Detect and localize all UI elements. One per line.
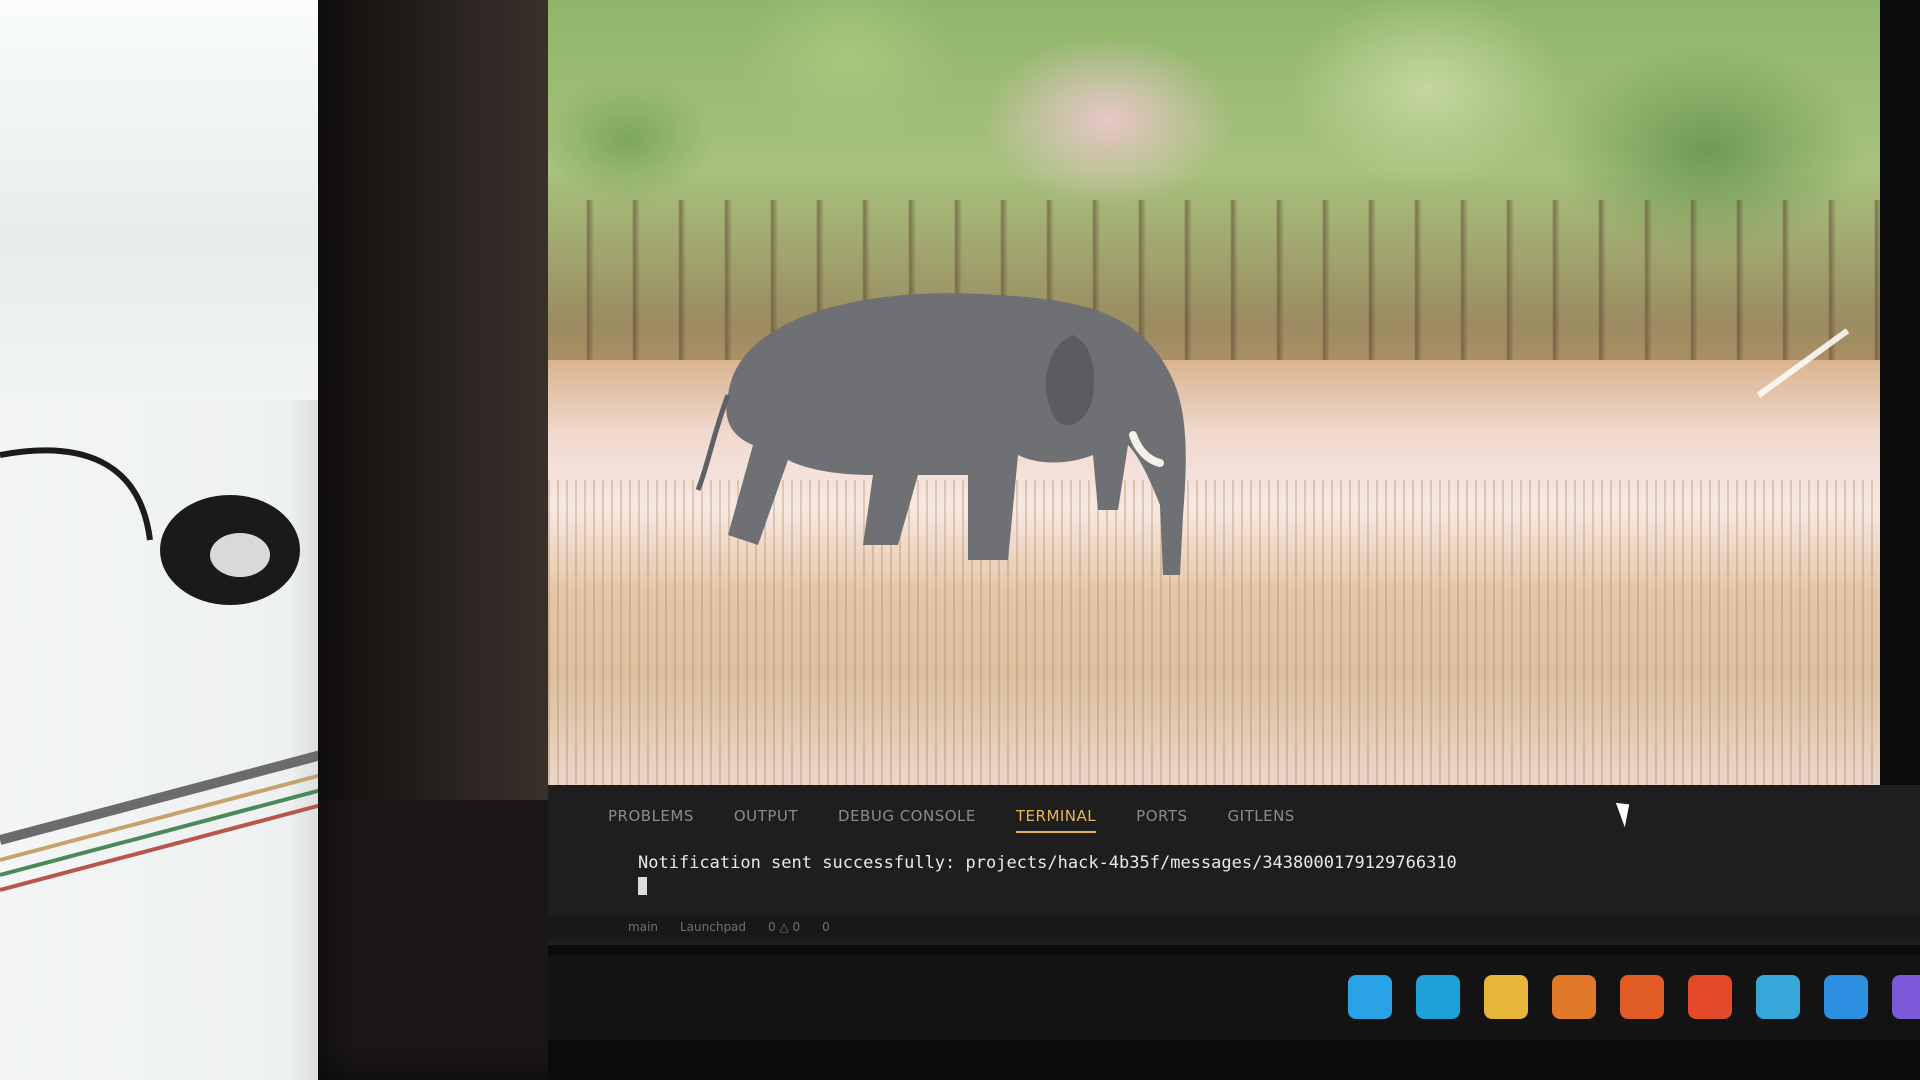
screen: PROBLEMS OUTPUT DEBUG CONSOLE TERMINAL P… xyxy=(548,0,1920,1080)
cloth-background xyxy=(0,0,340,400)
file-explorer-icon[interactable] xyxy=(1484,975,1528,1019)
terminal-cursor xyxy=(638,877,647,895)
tab-problems[interactable]: PROBLEMS xyxy=(608,807,694,833)
status-branch[interactable]: main xyxy=(628,920,658,934)
windows-start-icon[interactable] xyxy=(1348,975,1392,1019)
chrome-profile-icon[interactable] xyxy=(1892,975,1920,1019)
status-problems[interactable]: 0 △ 0 xyxy=(768,920,800,934)
headphones-cable xyxy=(0,447,340,892)
tab-gitlens[interactable]: GITLENS xyxy=(1228,807,1295,833)
app-icon[interactable] xyxy=(1552,975,1596,1019)
tab-debug-console[interactable]: DEBUG CONSOLE xyxy=(838,807,976,833)
vscode-icon[interactable] xyxy=(1824,975,1868,1019)
status-launchpad[interactable]: Launchpad xyxy=(680,920,746,934)
monitor: PROBLEMS OUTPUT DEBUG CONSOLE TERMINAL P… xyxy=(318,0,1920,1080)
firefox-icon[interactable] xyxy=(1620,975,1664,1019)
tab-ports[interactable]: PORTS xyxy=(1136,807,1187,833)
taskbar xyxy=(548,955,1920,1040)
edge-browser-icon[interactable] xyxy=(1416,975,1460,1019)
tab-terminal[interactable]: TERMINAL xyxy=(1015,807,1097,833)
store-icon[interactable] xyxy=(1756,975,1800,1019)
monitor-bezel xyxy=(318,0,548,800)
panel-tabs: PROBLEMS OUTPUT DEBUG CONSOLE TERMINAL P… xyxy=(608,807,1295,833)
vscode-panel: PROBLEMS OUTPUT DEBUG CONSOLE TERMINAL P… xyxy=(548,785,1920,945)
terminal-output: Notification sent successfully: projects… xyxy=(638,853,1457,873)
elephant-photo xyxy=(548,0,1880,785)
brave-icon[interactable] xyxy=(1688,975,1732,1019)
status-ports[interactable]: 0 xyxy=(822,920,830,934)
elephant xyxy=(695,293,1186,575)
status-bar: main Launchpad 0 △ 0 0 xyxy=(548,915,1920,939)
tab-output[interactable]: OUTPUT xyxy=(734,807,798,833)
taskbar-icons xyxy=(1348,975,1920,1019)
